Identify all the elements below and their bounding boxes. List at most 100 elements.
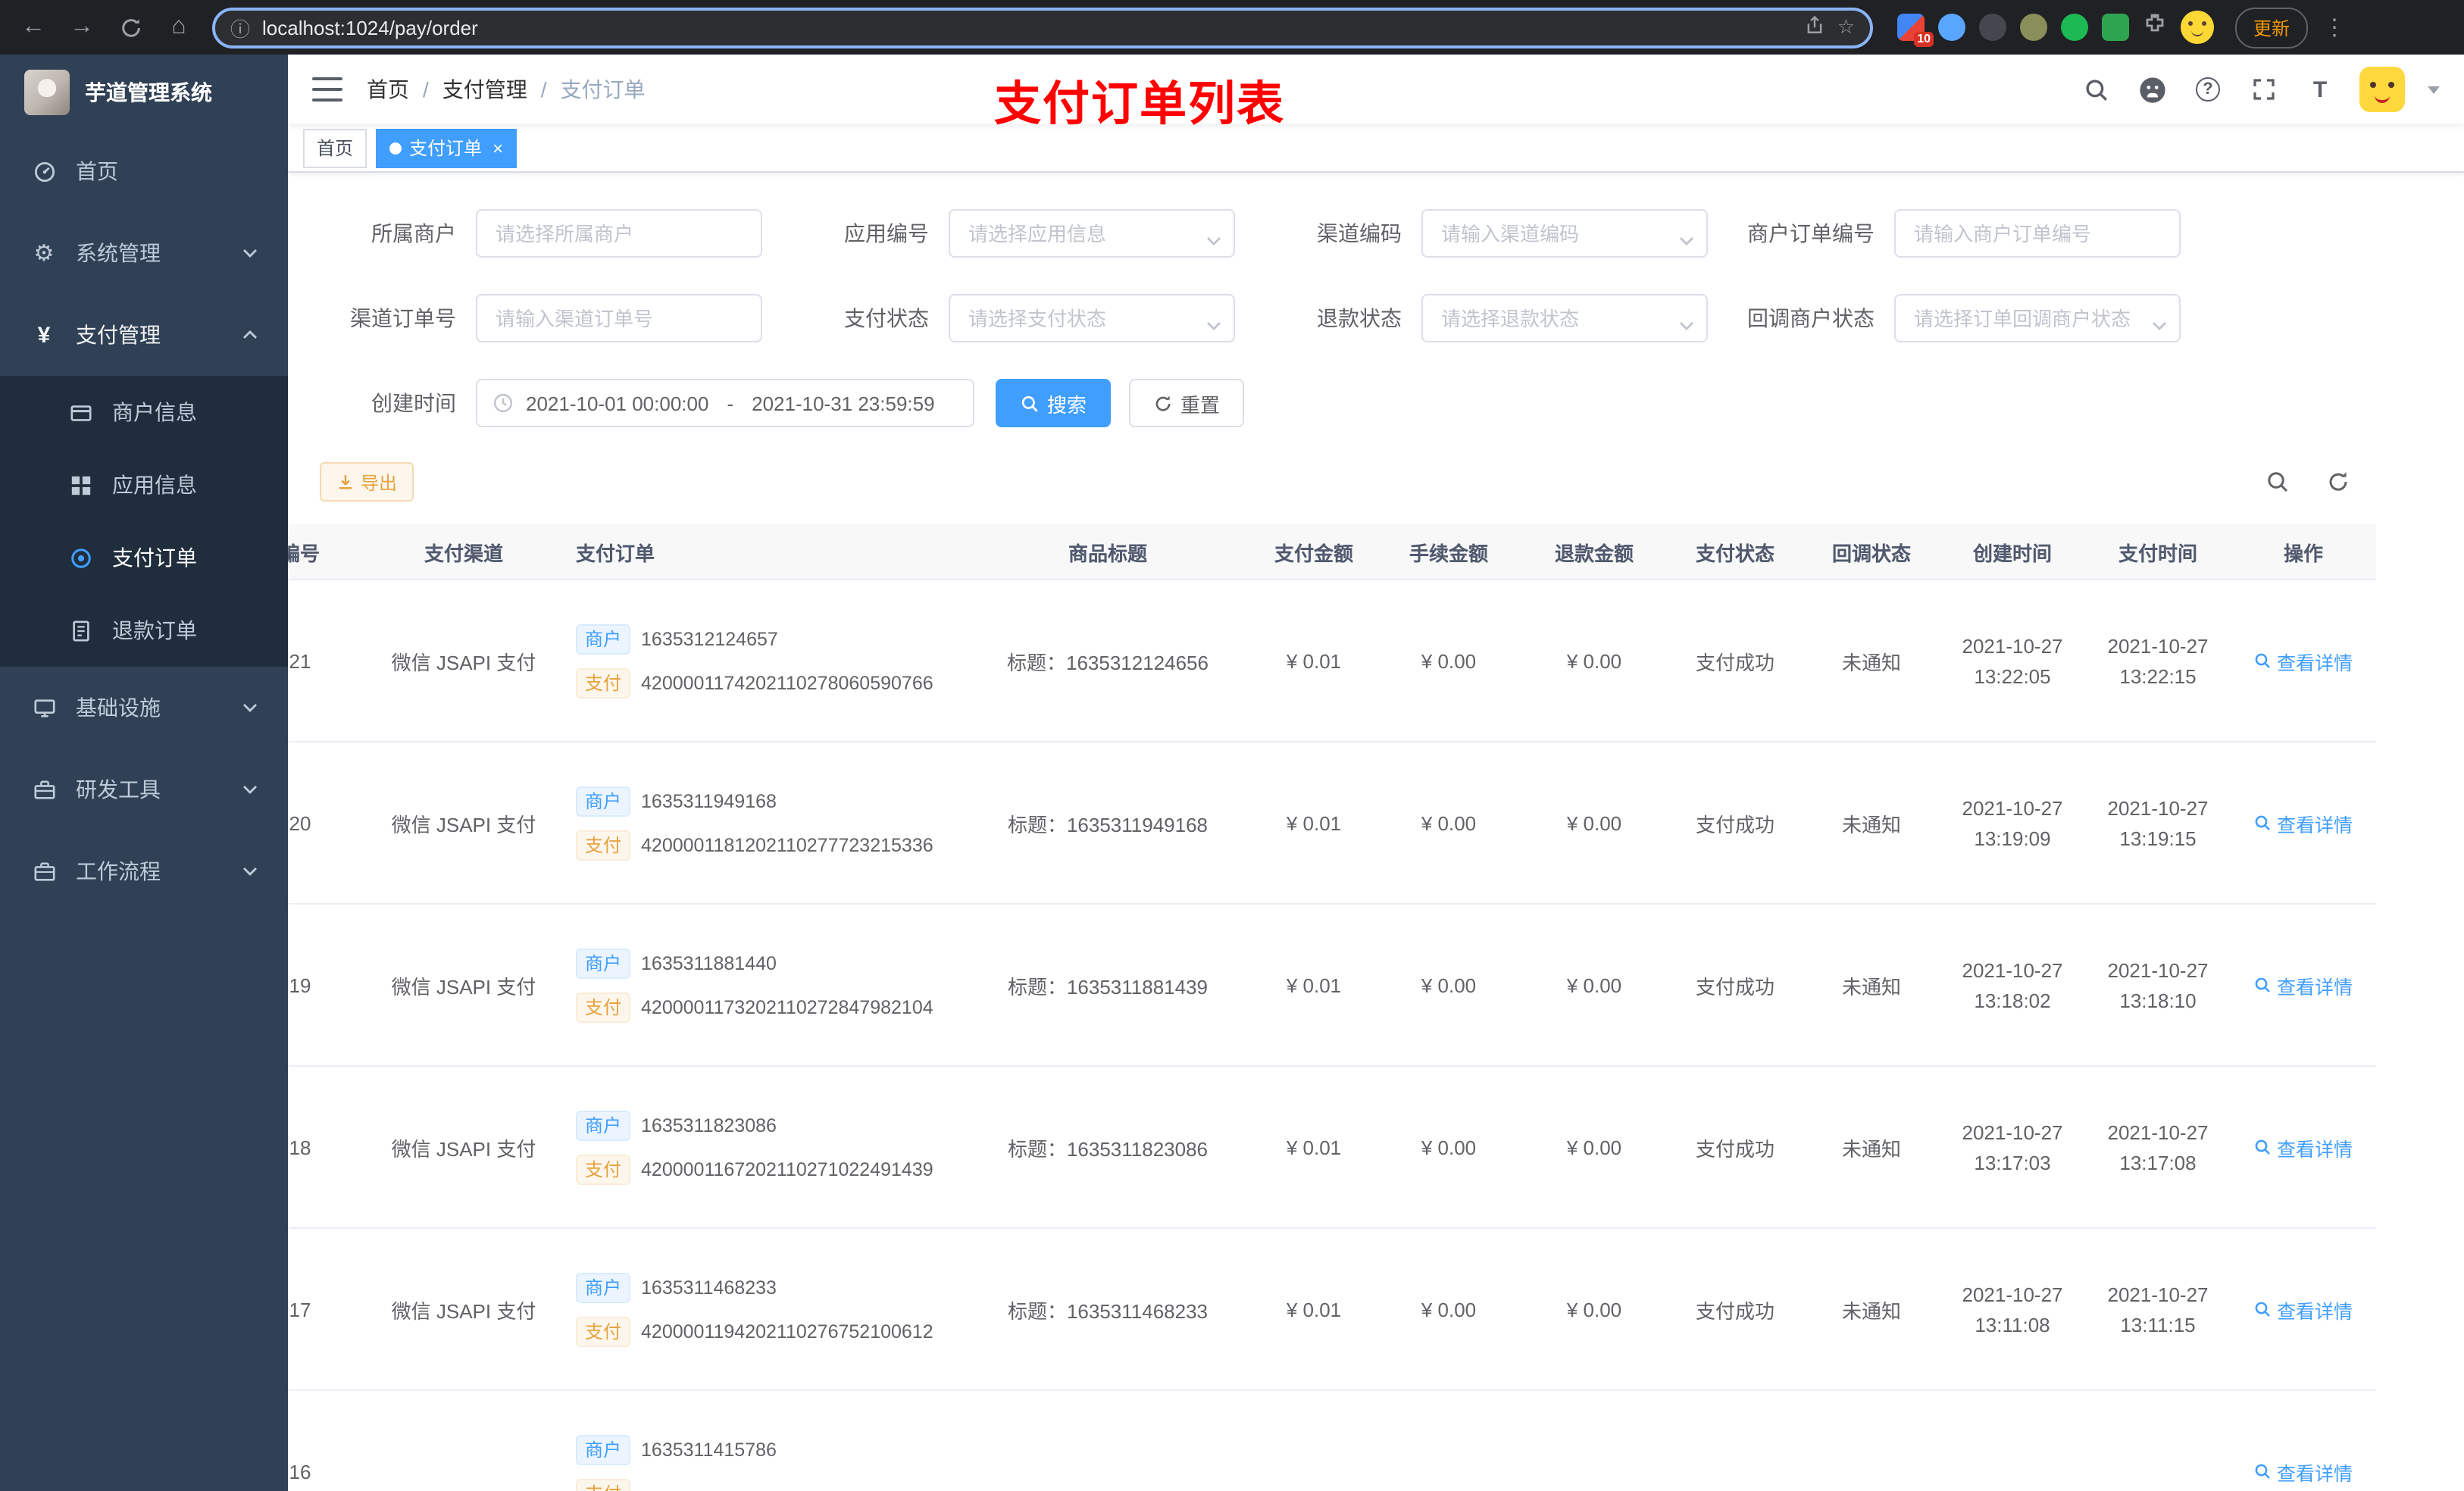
pay-status-select[interactable] xyxy=(949,294,1235,342)
active-dot xyxy=(389,142,402,154)
channel-code-select[interactable] xyxy=(1421,209,1708,258)
sidebar-item-app-info[interactable]: 应用信息 xyxy=(0,449,288,521)
cell-id: 19 xyxy=(289,974,311,996)
cell-channel: 微信 JSAPI 支付 xyxy=(391,1299,536,1322)
pay-order-no: 4200001194202110276752100612 xyxy=(641,1321,933,1342)
filter-merchant-order-no: 商户订单编号 xyxy=(1728,209,2200,258)
notify-status-select[interactable] xyxy=(1894,294,2181,342)
filter-channel-code: 渠道编码 xyxy=(1255,209,1728,258)
sidebar-item-merchant-info[interactable]: 商户信息 xyxy=(0,376,288,449)
cell-fee: ¥ 0.00 xyxy=(1421,649,1477,672)
sidebar-item-home[interactable]: 首页 xyxy=(0,130,288,212)
cell-status: 支付成功 xyxy=(1695,813,1775,836)
cell-id: 17 xyxy=(289,1298,311,1321)
sidebar-item-infra[interactable]: 基础设施 xyxy=(0,667,288,749)
merchant-order-no-input[interactable] xyxy=(1894,209,2181,258)
cell-amount: ¥ 0.01 xyxy=(1286,974,1342,996)
navbar: 首页 / 支付管理 / 支付订单 支付订单列表 ? T xyxy=(288,55,2464,130)
chevron-down-icon xyxy=(242,248,258,258)
payment-submenu: 商户信息 应用信息 支付订单 退款订单 xyxy=(0,376,288,667)
cell-id: 18 xyxy=(289,1136,311,1158)
reset-button[interactable]: 重置 xyxy=(1129,379,1245,427)
view-detail-link[interactable]: 查看详情 xyxy=(2254,1133,2353,1161)
reload-icon[interactable] xyxy=(109,6,152,48)
view-detail-link[interactable]: 查看详情 xyxy=(2254,1457,2353,1486)
table-body: 21 微信 JSAPI 支付 商户 1635312124657 支付 42000… xyxy=(288,580,2376,1491)
sidebar-item-workflow[interactable]: 工作流程 xyxy=(0,830,288,912)
cell-pay-order: 商户 1635312124657 支付 42000011742021102780… xyxy=(555,624,964,698)
extension-icon[interactable] xyxy=(2061,14,2088,41)
show-search-icon[interactable] xyxy=(2264,468,2291,495)
breadcrumb-payment[interactable]: 支付管理 xyxy=(442,74,527,105)
url-text[interactable]: localhost:1024/pay/order xyxy=(262,16,1793,39)
user-avatar[interactable] xyxy=(2359,67,2405,112)
cell-channel: 微信 JSAPI 支付 xyxy=(391,651,536,674)
cell-refund: ¥ 0.00 xyxy=(1566,1298,1622,1321)
github-icon[interactable] xyxy=(2135,73,2169,106)
tab-home[interactable]: 首页 xyxy=(303,128,367,167)
view-detail-link[interactable]: 查看详情 xyxy=(2254,646,2353,675)
view-detail-link[interactable]: 查看详情 xyxy=(2254,971,2353,999)
pay-order-no: 4200001173202110272847982104 xyxy=(641,996,933,1017)
site-info-icon[interactable]: ⓘ xyxy=(230,13,250,42)
merchant-tag: 商户 xyxy=(576,1272,631,1302)
cell-actions: 查看详情 xyxy=(2231,1457,2376,1486)
cell-title: 标题：1635311949168 xyxy=(1007,813,1209,836)
browser-profile-avatar[interactable] xyxy=(2181,11,2214,44)
app-title: 芋道管理系统 xyxy=(85,80,212,105)
sidebar-item-dev-tools[interactable]: 研发工具 xyxy=(0,749,288,830)
channel-order-no-input[interactable] xyxy=(476,294,762,342)
cell-channel: 微信 JSAPI 支付 xyxy=(391,813,536,836)
breadcrumb-home[interactable]: 首页 xyxy=(367,74,409,105)
fullscreen-icon[interactable] xyxy=(2247,73,2281,106)
hamburger-icon[interactable] xyxy=(312,77,342,102)
browser-menu-icon[interactable]: ⋮ xyxy=(2323,14,2347,41)
gear-icon: ⚙ xyxy=(33,241,55,267)
extensions-puzzle-icon[interactable] xyxy=(2143,11,2167,43)
font-size-icon[interactable]: T xyxy=(2303,73,2337,106)
extension-icon[interactable] xyxy=(1979,14,2006,41)
search-icon[interactable] xyxy=(2079,73,2112,106)
view-detail-link[interactable]: 查看详情 xyxy=(2254,808,2353,837)
cell-create-time: 2021-10-27 13:11:08 xyxy=(1962,1283,2063,1336)
app-logo[interactable]: 芋道管理系统 xyxy=(0,55,288,130)
extension-icon[interactable] xyxy=(2020,14,2047,41)
sidebar-item-system[interactable]: ⚙ 系统管理 xyxy=(0,212,288,294)
refresh-icon[interactable] xyxy=(2325,468,2352,495)
share-icon[interactable] xyxy=(1806,15,1825,39)
filter-app-no: 应用编号 xyxy=(782,209,1255,258)
filter-row-3: 创建时间 2021-10-01 00:00:00 - 2021-10-31 23… xyxy=(309,379,2464,427)
cell-amount: ¥ 0.01 xyxy=(1286,811,1342,834)
date-separator: - xyxy=(727,392,734,414)
cell-title: 标题：1635311468233 xyxy=(1007,1299,1209,1322)
merchant-order-no: 1635311468233 xyxy=(641,1277,777,1298)
sidebar-item-payment[interactable]: ¥ 支付管理 xyxy=(0,294,288,376)
refund-status-select[interactable] xyxy=(1421,294,1708,342)
export-button[interactable]: 导出 xyxy=(320,462,414,502)
help-icon[interactable]: ? xyxy=(2191,73,2225,106)
back-icon[interactable]: ← xyxy=(12,6,55,48)
extension-icon[interactable] xyxy=(1938,14,1965,41)
tab-close-icon[interactable]: × xyxy=(492,137,503,158)
extension-icon[interactable] xyxy=(2102,14,2129,41)
search-button[interactable]: 搜索 xyxy=(996,379,1112,427)
home-icon[interactable]: ⌂ xyxy=(158,6,200,48)
forward-icon[interactable]: → xyxy=(61,6,103,48)
bookmark-star-icon[interactable]: ☆ xyxy=(1837,15,1855,39)
view-detail-link[interactable]: 查看详情 xyxy=(2254,1295,2353,1324)
url-bar[interactable]: ⓘ localhost:1024/pay/order ☆ xyxy=(212,7,1873,48)
sidebar-item-refund-order[interactable]: 退款订单 xyxy=(0,594,288,667)
tab-pay-order[interactable]: 支付订单 × xyxy=(376,128,518,167)
create-time-range-picker[interactable]: 2021-10-01 00:00:00 - 2021-10-31 23:59:5… xyxy=(476,379,974,427)
cell-pay-time: 2021-10-27 13:19:15 xyxy=(2107,796,2209,849)
pay-tag: 支付 xyxy=(576,1478,631,1491)
browser-update-button[interactable]: 更新 xyxy=(2235,7,2309,48)
browser-chrome: ← → ⌂ ⓘ localhost:1024/pay/order ☆ 10 更新… xyxy=(0,0,2464,55)
pay-order-no: 4200001174202110278060590766 xyxy=(641,672,933,693)
app-no-select[interactable] xyxy=(949,209,1235,258)
avatar-caret-icon[interactable] xyxy=(2428,86,2440,93)
merchant-input[interactable] xyxy=(476,209,762,258)
sidebar-item-pay-order[interactable]: 支付订单 xyxy=(0,521,288,594)
cell-pay-order: 商户 1635311823086 支付 42000011672021102710… xyxy=(555,1110,964,1184)
extension-icon[interactable]: 10 xyxy=(1897,14,1934,47)
